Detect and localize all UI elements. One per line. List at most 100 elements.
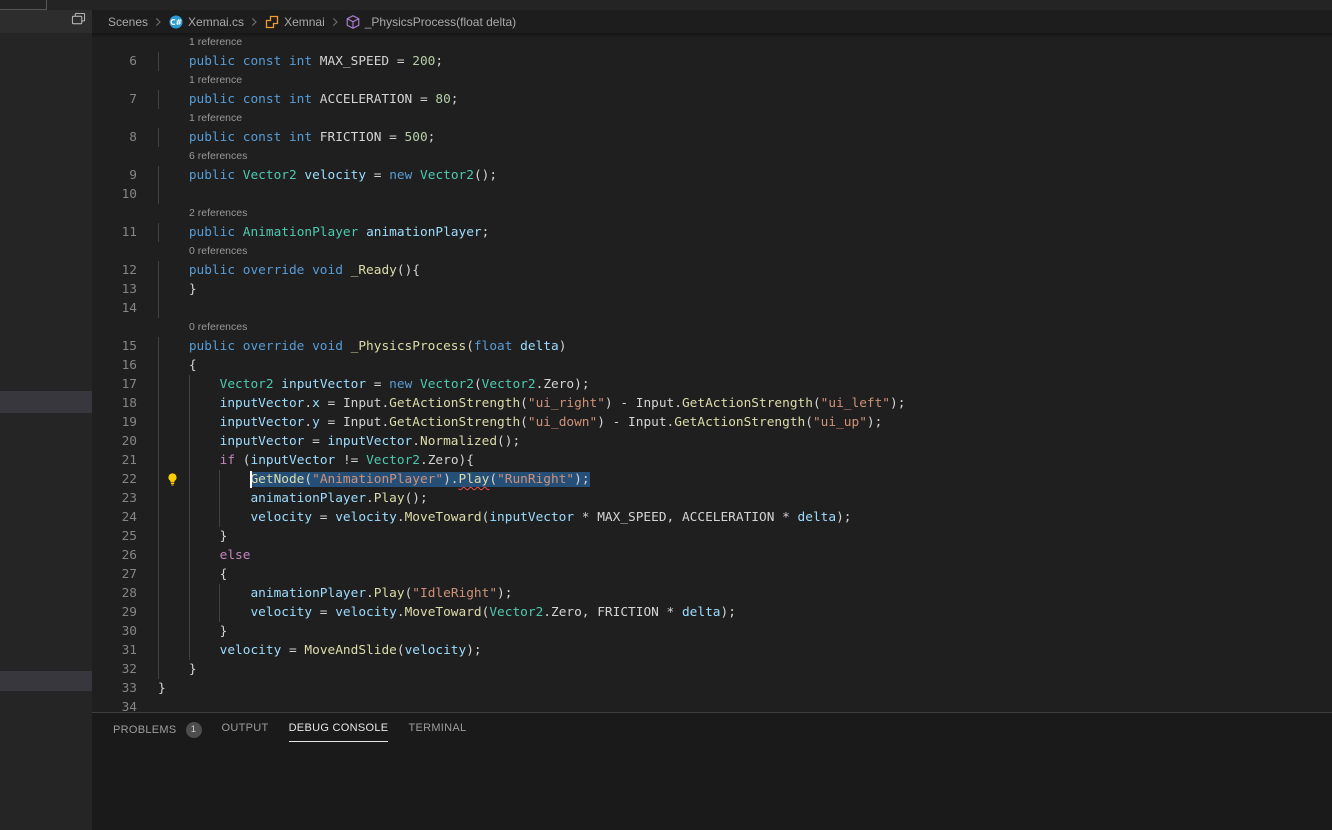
codelens-row[interactable]: 6 references — [92, 147, 1332, 166]
code-line[interactable]: public const int FRICTION = 500; — [158, 128, 436, 147]
codelens-row[interactable]: 1 reference — [92, 71, 1332, 90]
line-number[interactable]: 28 — [92, 584, 137, 603]
line-number[interactable]: 17 — [92, 375, 137, 394]
breadcrumb-item[interactable]: Scenes — [108, 15, 148, 29]
code-line[interactable]: public AnimationPlayer animationPlayer; — [158, 223, 490, 242]
codelens-references-link[interactable]: 0 references — [189, 242, 247, 260]
code-row[interactable]: 16 { — [92, 356, 1332, 375]
code-row[interactable]: 17 Vector2 inputVector = new Vector2(Vec… — [92, 375, 1332, 394]
code-editor[interactable]: 1 reference 6 public const int MAX_SPEED … — [92, 33, 1332, 712]
code-line[interactable]: } — [158, 679, 166, 698]
code-row[interactable]: 21 if (inputVector != Vector2.Zero){ — [92, 451, 1332, 470]
codelens-row[interactable]: 1 reference — [92, 109, 1332, 128]
line-number[interactable]: 19 — [92, 413, 137, 432]
code-line[interactable]: animationPlayer.Play("IdleRight"); — [158, 584, 512, 603]
breadcrumb-item[interactable]: _PhysicsProcess(float delta) — [345, 14, 516, 30]
code-line[interactable]: } — [158, 660, 197, 679]
codelens-row[interactable]: 2 references — [92, 204, 1332, 223]
codelens-row[interactable]: 0 references — [92, 318, 1332, 337]
code-line[interactable]: { — [158, 356, 197, 375]
codelens-references-link[interactable]: 1 reference — [189, 71, 242, 89]
line-number[interactable]: 21 — [92, 451, 137, 470]
code-row[interactable]: 33} — [92, 679, 1332, 698]
line-number[interactable]: 10 — [92, 185, 137, 204]
editor-layout-icon[interactable] — [71, 12, 86, 32]
code-line[interactable]: if (inputVector != Vector2.Zero){ — [158, 451, 474, 470]
code-row[interactable]: 23 animationPlayer.Play(); — [92, 489, 1332, 508]
breadcrumb-item[interactable]: C# Xemnai.cs — [168, 14, 244, 30]
code-line[interactable]: velocity = MoveAndSlide(velocity); — [158, 641, 482, 660]
code-row[interactable]: 34 — [92, 698, 1332, 712]
line-number[interactable]: 22 — [92, 470, 137, 489]
line-number[interactable]: 7 — [92, 90, 137, 109]
line-number[interactable]: 12 — [92, 261, 137, 280]
code-row[interactable]: 28 animationPlayer.Play("IdleRight"); — [92, 584, 1332, 603]
line-number[interactable]: 34 — [92, 698, 137, 712]
code-row[interactable]: 6 public const int MAX_SPEED = 200; — [92, 52, 1332, 71]
code-row[interactable]: 11 public AnimationPlayer animationPlaye… — [92, 223, 1332, 242]
codelens-references-link[interactable]: 1 reference — [189, 109, 242, 127]
codelens-row[interactable]: 0 references — [92, 242, 1332, 261]
code-row[interactable]: 22 GetNode("AnimationPlayer").Play("RunR… — [92, 470, 1332, 489]
code-line[interactable]: } — [158, 622, 228, 641]
code-line[interactable]: Vector2 inputVector = new Vector2(Vector… — [158, 375, 590, 394]
code-row[interactable]: 31 velocity = MoveAndSlide(velocity); — [92, 641, 1332, 660]
line-number[interactable]: 27 — [92, 565, 137, 584]
code-line[interactable]: velocity = velocity.MoveToward(inputVect… — [158, 508, 851, 527]
line-number[interactable]: 9 — [92, 166, 137, 185]
code-row[interactable]: 19 inputVector.y = Input.GetActionStreng… — [92, 413, 1332, 432]
line-number[interactable]: 24 — [92, 508, 137, 527]
code-row[interactable]: 29 velocity = velocity.MoveToward(Vector… — [92, 603, 1332, 622]
line-number[interactable]: 16 — [92, 356, 137, 375]
code-row[interactable]: 14 — [92, 299, 1332, 318]
code-row[interactable]: 18 inputVector.x = Input.GetActionStreng… — [92, 394, 1332, 413]
line-number[interactable]: 30 — [92, 622, 137, 641]
codelens-references-link[interactable]: 6 references — [189, 147, 247, 165]
line-number[interactable]: 14 — [92, 299, 137, 318]
panel-tab-output[interactable]: OUTPUT — [222, 713, 269, 742]
line-number[interactable]: 8 — [92, 128, 137, 147]
line-number[interactable]: 33 — [92, 679, 137, 698]
code-line[interactable]: } — [158, 527, 228, 546]
code-row[interactable]: 13 } — [92, 280, 1332, 299]
code-row[interactable]: 20 inputVector = inputVector.Normalized(… — [92, 432, 1332, 451]
codelens-references-link[interactable]: 1 reference — [189, 33, 242, 51]
line-number[interactable]: 20 — [92, 432, 137, 451]
lightbulb-icon[interactable] — [165, 472, 180, 487]
codelens-row[interactable]: 1 reference — [92, 33, 1332, 52]
code-row[interactable]: 10 — [92, 185, 1332, 204]
code-row[interactable]: 26 else — [92, 546, 1332, 565]
sidebar-row-highlight[interactable] — [0, 671, 92, 691]
code-line[interactable]: public const int MAX_SPEED = 200; — [158, 52, 443, 71]
code-line[interactable]: { — [158, 565, 228, 584]
code-line[interactable]: else — [158, 546, 251, 565]
code-row[interactable]: 8 public const int FRICTION = 500; — [92, 128, 1332, 147]
line-number[interactable]: 31 — [92, 641, 137, 660]
code-row[interactable]: 32 } — [92, 660, 1332, 679]
code-row[interactable]: 27 { — [92, 565, 1332, 584]
line-number[interactable]: 6 — [92, 52, 137, 71]
line-number[interactable]: 29 — [92, 603, 137, 622]
code-row[interactable]: 15 public override void _PhysicsProcess(… — [92, 337, 1332, 356]
code-row[interactable]: 30 } — [92, 622, 1332, 641]
code-line[interactable]: GetNode("AnimationPlayer").Play("RunRigh… — [158, 470, 590, 489]
line-number[interactable]: 11 — [92, 223, 137, 242]
code-line[interactable]: public const int ACCELERATION = 80; — [158, 90, 459, 109]
code-line[interactable]: velocity = velocity.MoveToward(Vector2.Z… — [158, 603, 735, 622]
sidebar-row-highlight[interactable] — [0, 391, 92, 413]
line-number[interactable]: 23 — [92, 489, 137, 508]
code-line[interactable]: public override void _PhysicsProcess(flo… — [158, 337, 567, 356]
code-row[interactable]: 24 velocity = velocity.MoveToward(inputV… — [92, 508, 1332, 527]
code-line[interactable]: public Vector2 velocity = new Vector2(); — [158, 166, 497, 185]
codelens-references-link[interactable]: 2 references — [189, 204, 247, 222]
code-row[interactable]: 12 public override void _Ready(){ — [92, 261, 1332, 280]
line-number[interactable]: 25 — [92, 527, 137, 546]
breadcrumb-item[interactable]: Xemnai — [264, 14, 325, 30]
line-number[interactable]: 18 — [92, 394, 137, 413]
panel-tab-problems[interactable]: PROBLEMS 1 — [113, 713, 202, 746]
code-line[interactable]: } — [158, 280, 197, 299]
panel-tab-debug-console[interactable]: DEBUG CONSOLE — [288, 713, 389, 742]
code-line[interactable]: inputVector.y = Input.GetActionStrength(… — [158, 413, 883, 432]
line-number[interactable]: 32 — [92, 660, 137, 679]
debug-console-content[interactable] — [92, 746, 1332, 830]
